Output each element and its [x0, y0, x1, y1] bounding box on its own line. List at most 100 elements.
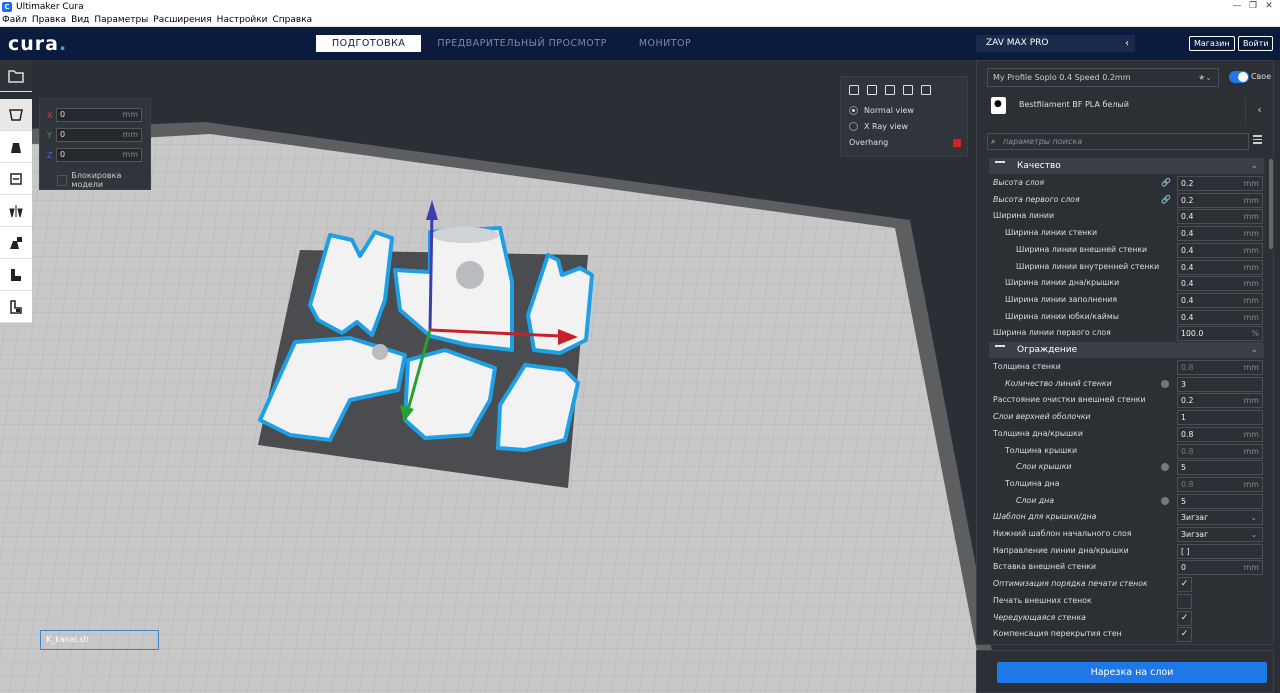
custom-mode-toggle[interactable]: [1229, 71, 1249, 83]
left-view-icon[interactable]: [903, 85, 913, 95]
tab-preview[interactable]: ПРЕДВАРИТЕЛЬНЫЙ ПРОСМОТР: [421, 35, 622, 52]
minimize-icon[interactable]: —: [1230, 0, 1244, 12]
info-icon[interactable]: [1161, 496, 1169, 505]
model-detail-hole-2: [372, 344, 388, 360]
menu-extensions[interactable]: Расширения: [153, 14, 211, 26]
settings-scrollbar[interactable]: [1269, 159, 1273, 249]
collapse-panel-button[interactable]: ‹: [1245, 97, 1273, 125]
setting-input[interactable]: 0.4 mm: [1177, 276, 1263, 292]
star-icon[interactable]: ★⌄: [1198, 69, 1212, 86]
menu-help[interactable]: Справка: [273, 14, 313, 26]
link-icon[interactable]: 🔗: [1161, 178, 1171, 187]
front-view-icon[interactable]: [867, 85, 877, 95]
lock-model-checkbox[interactable]: [57, 174, 68, 186]
setting-row: Компенсация перекрытия стен ✓: [989, 626, 1264, 643]
object-list-header[interactable]: ⌄ Список объектов: [40, 615, 127, 624]
menu-settings[interactable]: Параметры: [94, 14, 148, 26]
layout-tool-button[interactable]: [0, 291, 32, 323]
rotate-tool-button[interactable]: [0, 163, 32, 195]
machine-name: ZAV MAX PRO: [986, 38, 1049, 48]
normal-view-radio[interactable]: [849, 106, 858, 115]
setting-input[interactable]: 100.0%: [1177, 326, 1263, 342]
object-list-item[interactable]: K_kanal.stl: [40, 630, 159, 650]
slice-button[interactable]: Нарезка на слои: [997, 662, 1267, 683]
object-name[interactable]: ✎ K_kanal: [40, 658, 85, 667]
top-view-icon[interactable]: [885, 85, 895, 95]
move-tool-button[interactable]: [0, 99, 32, 131]
settings-menu-icon[interactable]: [1253, 135, 1262, 146]
setting-row: Ширина линии внешней стенки 0.4 mm: [989, 242, 1264, 259]
setting-input[interactable]: 0.8 mm: [1177, 360, 1263, 375]
x-input[interactable]: 0 mm: [56, 108, 142, 122]
setting-input[interactable]: 0.8 mm: [1177, 476, 1263, 492]
menu-preferences[interactable]: Настройки: [217, 14, 268, 26]
restore-icon[interactable]: ❐: [1246, 0, 1260, 12]
close-icon[interactable]: ✕: [1262, 0, 1276, 12]
setting-input[interactable]: 0.8 mm: [1177, 443, 1263, 459]
setting-checkbox[interactable]: [1177, 593, 1192, 609]
setting-input[interactable]: 0.2 mm: [1177, 393, 1263, 409]
mirror-tool-button[interactable]: [0, 195, 32, 227]
setting-input[interactable]: 0.2 mm: [1177, 176, 1263, 191]
setting-input[interactable]: [ ]: [1177, 543, 1263, 559]
3d-view-icon[interactable]: [849, 85, 859, 95]
setting-checkbox[interactable]: ✓: [1177, 577, 1192, 593]
link-icon[interactable]: 🔗: [1161, 195, 1171, 204]
shell-category[interactable]: Ограждение ⌄: [989, 342, 1264, 358]
setting-label: Нижний шаблон начального слоя: [993, 529, 1132, 538]
lock-model-option[interactable]: Блокировка модели: [57, 171, 150, 189]
menu-edit[interactable]: Правка: [32, 14, 66, 26]
normal-view-option[interactable]: Normal view: [849, 106, 914, 115]
quality-category[interactable]: Качество ⌄: [989, 158, 1264, 174]
settings-search-input[interactable]: ⌕ параметры поиска: [987, 133, 1249, 150]
setting-input[interactable]: 1: [1177, 410, 1263, 426]
y-row: Y 0 mm: [47, 128, 142, 142]
material-name: Bestfilament BF PLA белый: [1019, 100, 1129, 109]
setting-row: Толщина дна 0.8 mm: [989, 476, 1264, 493]
setting-checkbox[interactable]: ✓: [1177, 627, 1192, 643]
setting-input[interactable]: 5: [1177, 460, 1263, 476]
info-icon[interactable]: [1161, 379, 1169, 388]
quality-icon: [995, 161, 1005, 170]
setting-input[interactable]: 0.4 mm: [1177, 209, 1263, 225]
setting-row: Печать внешних стенок: [989, 593, 1264, 610]
per-model-settings-button[interactable]: [0, 227, 32, 259]
setting-dropdown[interactable]: Зигзаг ⌄: [1177, 527, 1263, 542]
setting-input[interactable]: 0.4 mm: [1177, 292, 1263, 308]
info-icon[interactable]: [1161, 463, 1169, 472]
y-input[interactable]: 0 mm: [56, 128, 142, 142]
profile-selector[interactable]: My Profile Soplo 0.4 Speed 0.2mm ★⌄: [987, 68, 1219, 87]
setting-input[interactable]: 0.4 mm: [1177, 259, 1263, 275]
xray-view-option[interactable]: X Ray view: [849, 122, 908, 131]
right-view-icon[interactable]: [921, 85, 931, 95]
setting-input[interactable]: 5: [1177, 493, 1263, 509]
setting-row: Направление линии дна/крышки [ ]: [989, 543, 1264, 560]
tab-monitor[interactable]: МОНИТОР: [623, 35, 707, 52]
setting-label: Слои крышки: [1016, 462, 1072, 472]
signin-button[interactable]: Войти: [1238, 36, 1274, 51]
open-file-button[interactable]: [0, 60, 32, 92]
setting-input[interactable]: 0 mm: [1177, 560, 1263, 576]
chevron-down-icon: ⌄: [1250, 530, 1257, 539]
setting-input[interactable]: 0.8 mm: [1177, 426, 1263, 442]
machine-selector[interactable]: ZAV MAX PRO ‹: [976, 35, 1135, 52]
tab-prepare[interactable]: ПОДГОТОВКА: [316, 35, 422, 52]
setting-checkbox[interactable]: ✓: [1177, 610, 1192, 626]
x-row: X 0 mm: [47, 108, 142, 122]
setting-input[interactable]: 0.4 mm: [1177, 242, 1263, 258]
scale-tool-button[interactable]: [0, 131, 32, 163]
menu-view[interactable]: Вид: [71, 14, 89, 26]
marketplace-button[interactable]: Магазин: [1189, 36, 1235, 51]
setting-input[interactable]: 0.4 mm: [1177, 309, 1263, 325]
z-input[interactable]: 0 mm: [56, 148, 142, 162]
setting-label: Направление линии дна/крышки: [993, 545, 1129, 555]
menu-file[interactable]: Файл: [2, 14, 27, 26]
setting-input[interactable]: 0.4 mm: [1177, 226, 1263, 242]
setting-input[interactable]: 0.2 mm: [1177, 192, 1263, 208]
setting-input[interactable]: 3: [1177, 376, 1263, 392]
xray-view-radio[interactable]: [849, 122, 858, 131]
setting-dropdown[interactable]: Зигзаг ⌄: [1177, 510, 1263, 526]
setting-label: Толщина дна/крышки: [993, 428, 1083, 438]
setting-row: Слои крышки 5: [989, 459, 1264, 476]
support-blocker-button[interactable]: [0, 259, 32, 291]
